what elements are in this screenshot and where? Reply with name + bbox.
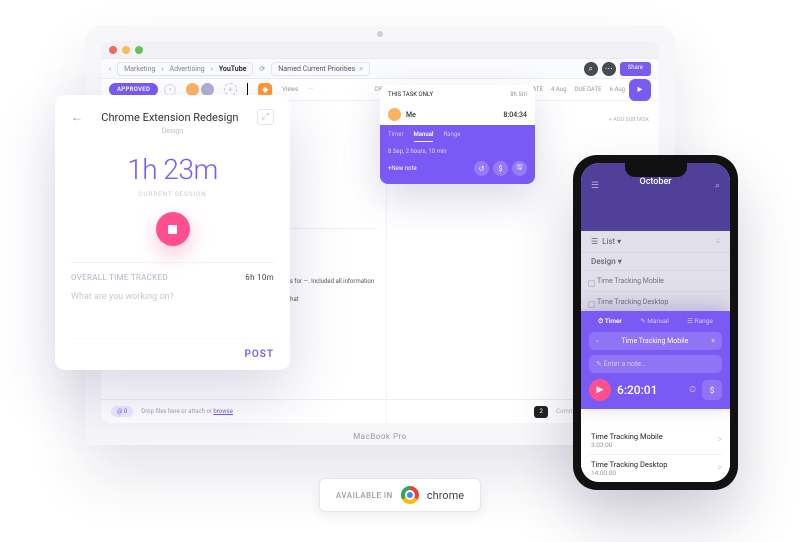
close-icon[interactable]: × <box>359 65 363 73</box>
menu-icon[interactable]: ⋯ <box>602 62 616 76</box>
dropzone-text: Drop files here or attach or browse <box>141 408 233 415</box>
minimize-dot[interactable] <box>122 46 130 54</box>
time-log-popover: THIS TASK ONLY8h 5m Me 8:04:34 Timer Man… <box>380 85 535 184</box>
share-button[interactable]: Share <box>620 62 651 76</box>
phone-timer-panel: ⏱ Timer ✎ Manual ☰ Range ◦ Time Tracking… <box>581 311 730 409</box>
tracker-subtitle: Design <box>71 127 274 135</box>
breadcrumb-strip: ‹ Marketing › Advertising › YouTube ⟳ Na… <box>101 59 659 79</box>
attachment-count[interactable]: 2 <box>534 406 548 418</box>
chrome-logo-icon <box>401 486 419 504</box>
tab-named-priorities[interactable]: Named Current Priorities× <box>271 62 370 76</box>
tab-manual[interactable]: Manual <box>414 131 434 142</box>
note-input[interactable]: What are you working on? <box>71 292 274 302</box>
search-icon[interactable]: ⌕ <box>584 62 598 76</box>
overall-value: 6h 10m <box>245 273 274 282</box>
tab-timer[interactable]: ⏱ Timer <box>598 317 622 326</box>
chrome-badge[interactable]: AVAILABLE IN chrome <box>319 478 481 512</box>
current-session-time: 1h 23m <box>71 153 274 186</box>
timelog-panel: Timer Manual Range 8 Sep, 2 hours, 10 mi… <box>380 125 535 184</box>
window-titlebar <box>101 41 659 59</box>
phone-frame: ☰ x ⌕ October ☰ List ▾≡ Design ▾ Time Tr… <box>573 155 738 490</box>
billable-icon[interactable]: $ <box>702 380 722 400</box>
due-label: DUE DATE <box>574 86 601 93</box>
tab-range[interactable]: Range <box>443 131 460 142</box>
mentions-pill[interactable]: @ 0 <box>111 406 133 417</box>
tag-icon[interactable]: $ <box>493 161 508 176</box>
breadcrumb[interactable]: Marketing › Advertising › YouTube <box>117 62 253 76</box>
menu-icon[interactable]: ☰ <box>591 181 599 191</box>
browse-link[interactable]: browse <box>213 408 233 415</box>
expand-icon[interactable]: ⤢ <box>257 109 274 125</box>
timer-button[interactable]: ▸ <box>629 79 651 101</box>
phone-screen: ☰ x ⌕ October ☰ List ▾≡ Design ▾ Time Tr… <box>581 163 730 482</box>
post-button[interactable]: POST <box>71 338 274 360</box>
tab-range[interactable]: ☰ Range <box>687 317 713 326</box>
selected-task[interactable]: ◦ Time Tracking Mobile× <box>589 332 722 350</box>
time-entry-list: Time Tracking Mobile 3:03:00 Time Tracki… <box>581 421 730 482</box>
search-icon[interactable]: ⌕ <box>715 181 720 191</box>
undo-icon[interactable]: ↺ <box>474 161 489 176</box>
running-time: 6:20:01 <box>617 383 657 397</box>
play-button[interactable]: ▶ <box>589 379 611 401</box>
nav-back-icon[interactable]: ‹ <box>109 65 111 73</box>
user-avatar <box>388 108 401 121</box>
note-input[interactable]: ✎ Enter a note… <box>589 355 722 373</box>
session-label: CURRENT SESSION <box>71 190 274 198</box>
reload-icon[interactable]: ⟳ <box>259 65 265 73</box>
tab-manual[interactable]: ✎ Manual <box>640 317 669 326</box>
stop-icon <box>168 225 177 234</box>
overall-label: OVERALL TIME TRACKED <box>71 273 168 282</box>
views-label[interactable]: Views <box>282 86 298 93</box>
tracker-title: Chrome Extension Redesign <box>83 111 257 124</box>
back-icon[interactable]: ← <box>71 110 83 124</box>
time-tracker-card: ← Chrome Extension Redesign ⤢ Design 1h … <box>55 95 290 370</box>
close-dot[interactable] <box>109 46 117 54</box>
stop-button[interactable] <box>156 212 190 246</box>
close-icon[interactable]: × <box>711 337 715 345</box>
time-entry[interactable]: Time Tracking Desktop 14:00:00 <box>589 455 722 482</box>
available-in-label: AVAILABLE IN <box>336 491 393 500</box>
month-label[interactable]: October <box>581 177 730 187</box>
save-icon[interactable]: 🖫 <box>512 161 527 176</box>
clock-icon[interactable]: ⏲ <box>689 385 696 395</box>
time-entry[interactable]: Time Tracking Mobile 3:03:00 <box>589 427 722 455</box>
new-note-link[interactable]: +New note <box>388 165 417 172</box>
chrome-name: chrome <box>427 489 464 502</box>
camera-dot <box>377 31 383 37</box>
zoom-dot[interactable] <box>135 46 143 54</box>
phone-notch <box>625 163 687 177</box>
tab-timer[interactable]: Timer <box>388 131 404 142</box>
timelog-scope: THIS TASK ONLY <box>388 91 433 98</box>
status-next[interactable]: › <box>164 84 176 96</box>
